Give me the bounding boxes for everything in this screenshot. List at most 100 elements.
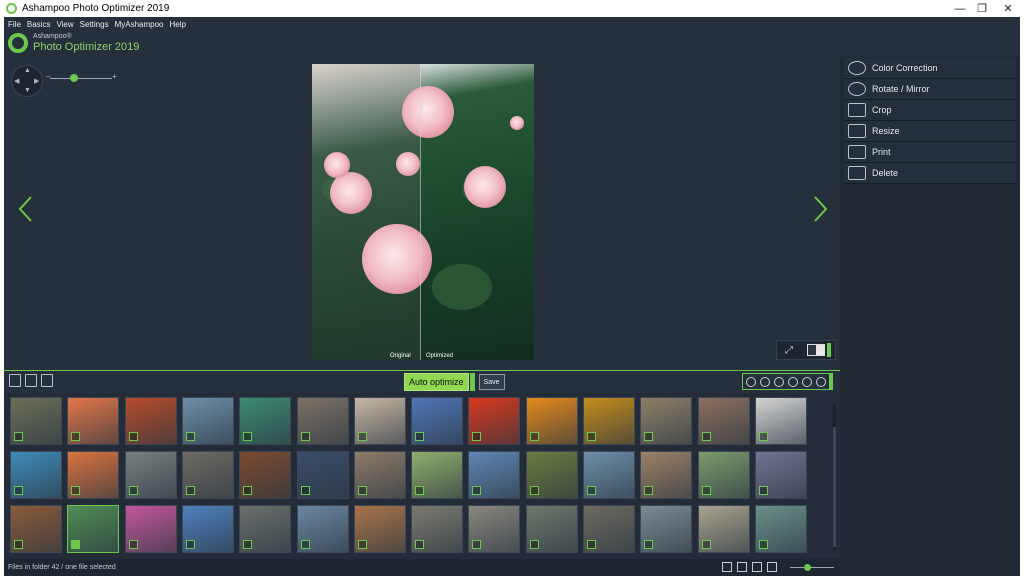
thumbnail[interactable] bbox=[67, 505, 120, 553]
tool-resize[interactable]: Resize bbox=[844, 121, 1016, 142]
thumbnail-checkbox[interactable] bbox=[243, 540, 253, 549]
thumbnail-checkbox[interactable] bbox=[529, 432, 539, 441]
thumbnail-size-handle[interactable] bbox=[804, 564, 811, 571]
thumbnail[interactable] bbox=[754, 397, 807, 445]
previous-image-arrow-icon[interactable] bbox=[16, 195, 36, 223]
thumbnail[interactable] bbox=[239, 451, 292, 499]
thumbnail[interactable] bbox=[697, 505, 750, 553]
rotate-left-icon[interactable] bbox=[774, 376, 784, 387]
thumbnail-checkbox[interactable] bbox=[415, 486, 425, 495]
thumbnail[interactable] bbox=[525, 505, 578, 553]
thumbnail-checkbox[interactable] bbox=[71, 486, 81, 495]
thumbnail[interactable] bbox=[296, 505, 349, 553]
thumbnail-checkbox[interactable] bbox=[128, 540, 138, 549]
thumbnail-checkbox[interactable] bbox=[14, 432, 23, 441]
thumbnail-checkbox[interactable] bbox=[185, 486, 195, 495]
thumbnail[interactable] bbox=[640, 505, 693, 553]
thumbnail-checkbox[interactable] bbox=[357, 540, 367, 549]
thumbnail[interactable] bbox=[181, 505, 234, 553]
menu-settings[interactable]: Settings bbox=[80, 20, 109, 29]
thumbnail[interactable] bbox=[239, 397, 292, 445]
thumbnail[interactable] bbox=[239, 505, 292, 553]
thumbnail-checkbox[interactable] bbox=[587, 486, 596, 495]
thumbnail[interactable] bbox=[411, 397, 464, 445]
zoom-out-icon[interactable]: – bbox=[46, 72, 50, 81]
thumbnail-checkbox[interactable] bbox=[529, 540, 539, 549]
zoom-slider-handle[interactable] bbox=[70, 74, 78, 82]
thumbnail[interactable] bbox=[468, 505, 521, 553]
auto-optimize-dropdown[interactable] bbox=[469, 373, 475, 391]
thumbnail[interactable] bbox=[583, 451, 635, 499]
menu-file[interactable]: File bbox=[8, 20, 21, 29]
thumbnail-checkbox[interactable] bbox=[587, 540, 596, 549]
thumbnail-checkbox[interactable] bbox=[128, 432, 138, 441]
thumbnail[interactable] bbox=[67, 397, 120, 445]
thumbnail[interactable] bbox=[181, 451, 234, 499]
pan-up-icon[interactable]: ▲ bbox=[24, 67, 31, 74]
thumbnail[interactable] bbox=[697, 397, 750, 445]
next-image-arrow-icon[interactable] bbox=[810, 195, 830, 223]
undo-icon[interactable] bbox=[746, 376, 756, 387]
thumbnail-checkbox[interactable] bbox=[357, 486, 367, 495]
zoom-in-icon[interactable]: + bbox=[112, 72, 117, 81]
thumbnail-checkbox[interactable] bbox=[587, 432, 596, 441]
pan-down-icon[interactable]: ▼ bbox=[24, 87, 31, 94]
checkbox-view-icon[interactable] bbox=[752, 562, 762, 572]
zoom-slider[interactable]: – + bbox=[46, 72, 117, 82]
thumbnail[interactable] bbox=[583, 397, 635, 445]
fullscreen-icon[interactable]: ⤢ bbox=[777, 345, 801, 356]
thumbnail[interactable] bbox=[181, 397, 234, 445]
thumbnail[interactable] bbox=[353, 505, 406, 553]
undo-all-icon[interactable] bbox=[760, 376, 770, 387]
thumbnail[interactable] bbox=[10, 397, 62, 445]
thumbnail[interactable] bbox=[296, 397, 349, 445]
clean-brush-icon[interactable] bbox=[41, 374, 53, 387]
thumbnail[interactable] bbox=[583, 505, 635, 553]
edit-actions-dropdown[interactable] bbox=[829, 373, 833, 390]
pan-control[interactable]: ▲ ▼ ◀ ▶ bbox=[11, 65, 43, 97]
thumbnail[interactable] bbox=[411, 451, 464, 499]
thumbnail-checkbox[interactable] bbox=[185, 540, 195, 549]
menu-help[interactable]: Help bbox=[169, 20, 185, 29]
thumbnail[interactable] bbox=[296, 451, 349, 499]
thumbnail-checkbox[interactable] bbox=[300, 540, 310, 549]
thumbnail-checkbox[interactable] bbox=[300, 486, 310, 495]
thumbnail[interactable] bbox=[468, 451, 521, 499]
rotate-right-icon[interactable] bbox=[788, 376, 798, 387]
thumbnail[interactable] bbox=[124, 451, 177, 499]
thumbnail-checkbox[interactable] bbox=[71, 540, 81, 549]
thumbnail-checkbox[interactable] bbox=[701, 432, 711, 441]
thumbnail-checkbox[interactable] bbox=[357, 432, 367, 441]
thumbnail-checkbox[interactable] bbox=[472, 540, 482, 549]
settings-gear-icon[interactable] bbox=[802, 376, 812, 387]
thumbnail[interactable] bbox=[697, 451, 750, 499]
thumbnail-checkbox[interactable] bbox=[243, 432, 253, 441]
tool-crop[interactable]: Crop bbox=[844, 100, 1016, 121]
thumbnail[interactable] bbox=[468, 397, 521, 445]
thumbnail[interactable] bbox=[353, 397, 406, 445]
pan-right-icon[interactable]: ▶ bbox=[34, 77, 39, 85]
tool-color-correction[interactable]: Color Correction bbox=[844, 58, 1016, 79]
thumbnail-checkbox[interactable] bbox=[644, 540, 654, 549]
thumbnail[interactable] bbox=[353, 451, 406, 499]
auto-optimize-button[interactable]: Auto optimize bbox=[404, 373, 469, 391]
select-icon[interactable] bbox=[816, 376, 826, 387]
thumbnail[interactable] bbox=[411, 505, 464, 553]
thumbnail[interactable] bbox=[67, 451, 120, 499]
thumbnail-checkbox[interactable] bbox=[701, 540, 711, 549]
thumbnail[interactable] bbox=[10, 451, 62, 499]
thumbnail-checkbox[interactable] bbox=[415, 540, 425, 549]
tool-print[interactable]: Print bbox=[844, 142, 1016, 163]
thumbnail-checkbox[interactable] bbox=[14, 486, 23, 495]
thumbnail-checkbox[interactable] bbox=[758, 432, 768, 441]
thumbnail[interactable] bbox=[640, 397, 693, 445]
thumbnail-checkbox[interactable] bbox=[644, 432, 654, 441]
add-file-icon[interactable] bbox=[9, 374, 21, 387]
add-folder-icon[interactable] bbox=[25, 374, 37, 387]
thumbnail-checkbox[interactable] bbox=[14, 540, 23, 549]
thumbnail-checkbox[interactable] bbox=[758, 486, 768, 495]
thumbnail-checkbox[interactable] bbox=[529, 486, 539, 495]
restore-button[interactable]: ❐ bbox=[968, 0, 996, 17]
menu-view[interactable]: View bbox=[56, 20, 73, 29]
thumbnail[interactable] bbox=[640, 451, 693, 499]
